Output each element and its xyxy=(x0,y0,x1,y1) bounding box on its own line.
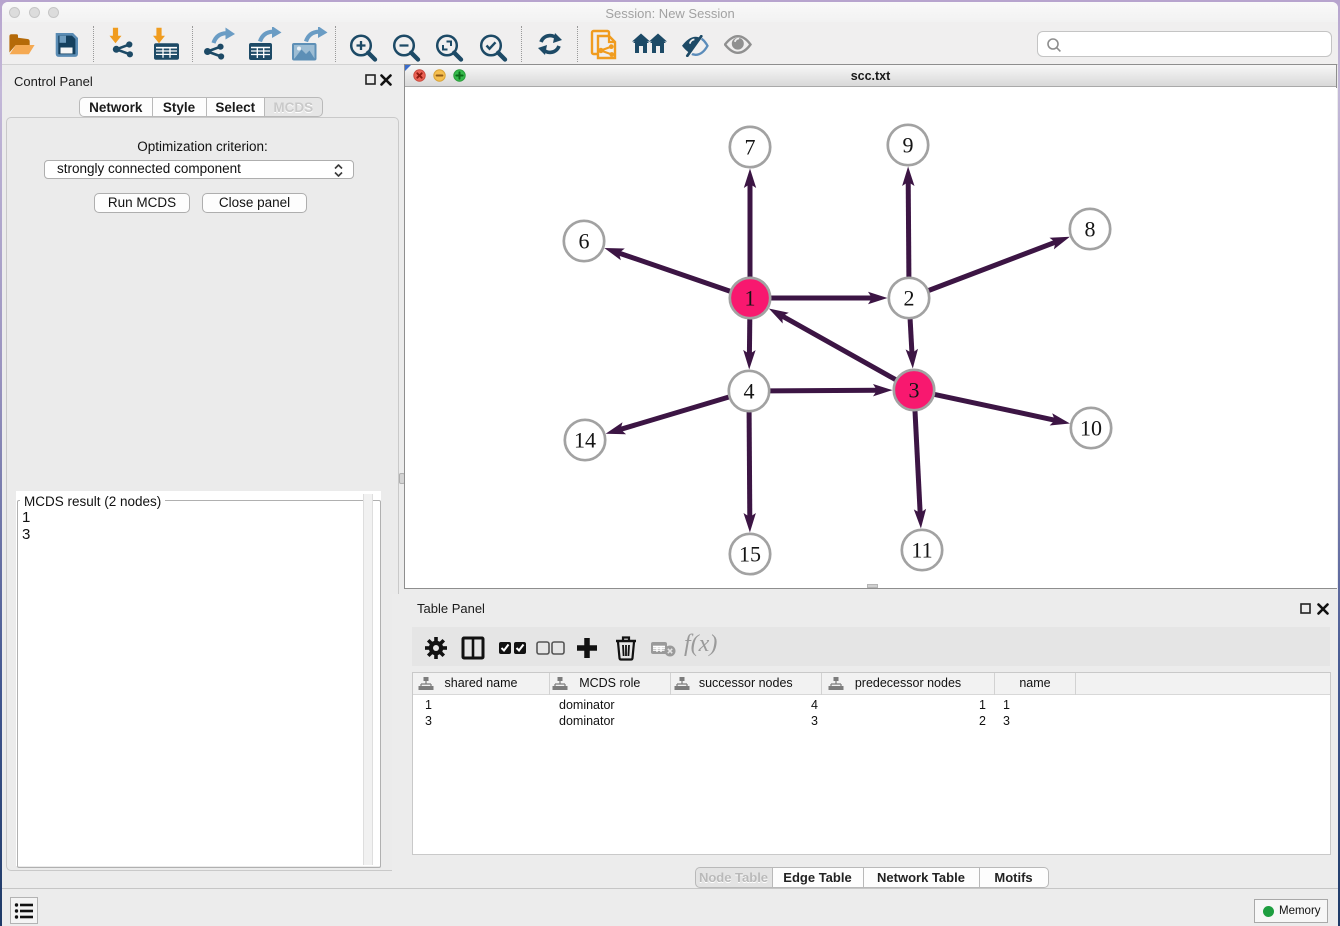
svg-text:1: 1 xyxy=(745,286,756,311)
svg-text:3: 3 xyxy=(909,378,920,403)
svg-text:14: 14 xyxy=(574,428,596,453)
svg-text:11: 11 xyxy=(911,538,932,563)
svg-text:10: 10 xyxy=(1080,416,1102,441)
svg-text:6: 6 xyxy=(579,229,590,254)
svg-text:15: 15 xyxy=(739,542,761,567)
svg-text:2: 2 xyxy=(904,286,915,311)
svg-text:4: 4 xyxy=(744,379,755,404)
svg-text:8: 8 xyxy=(1085,217,1096,242)
svg-text:7: 7 xyxy=(745,135,756,160)
svg-text:9: 9 xyxy=(903,133,914,158)
